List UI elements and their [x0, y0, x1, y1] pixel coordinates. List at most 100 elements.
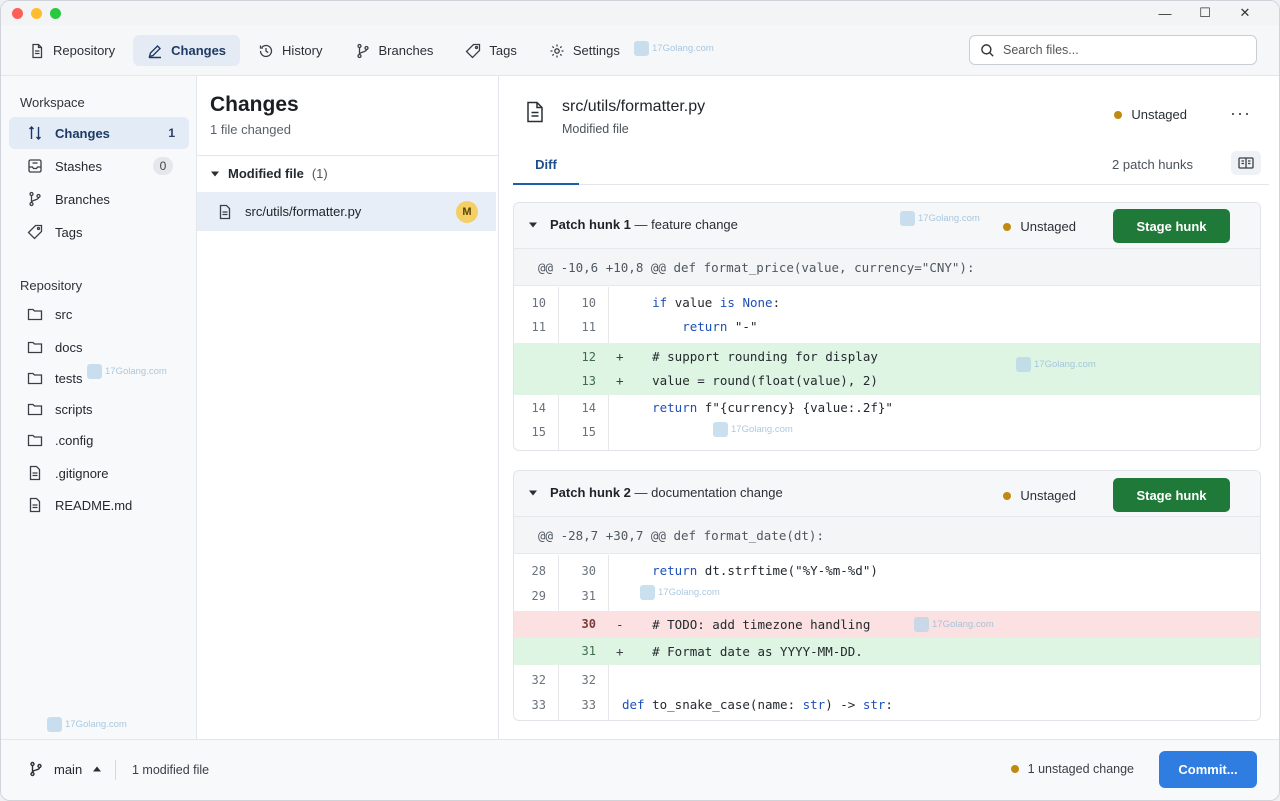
modified-files-count: 1 modified file: [132, 763, 210, 777]
code-line: 29 31: [514, 584, 1260, 608]
sidebar-item-label: Changes: [55, 125, 110, 141]
watermark-text: 17Golang.com: [65, 719, 127, 730]
sidebar-item-label: tests: [55, 370, 83, 386]
new-line-number: 30: [581, 617, 596, 631]
more-options-button[interactable]: ···: [1230, 103, 1251, 124]
watermark-logo-icon: [634, 41, 649, 56]
maximize-icon[interactable]: ☐: [1185, 3, 1225, 23]
tab-diff[interactable]: Diff: [513, 145, 579, 185]
folder-icon: [27, 308, 43, 321]
gear-icon: [550, 44, 564, 57]
code-text: return f"{currency} {value:.2f}": [652, 400, 893, 415]
changes-subtitle: 1 file changed: [210, 122, 291, 137]
stage-hunk-button[interactable]: Stage hunk: [1113, 209, 1230, 243]
code-text: return "-": [682, 319, 758, 334]
tab-label: Repository: [53, 43, 116, 58]
code-line: 33 33 def to_snake_case(name: str) -> st…: [514, 693, 1260, 717]
tab-settings[interactable]: Settings: [535, 35, 634, 66]
stage-hunk-button[interactable]: Stage hunk: [1113, 478, 1230, 512]
code-line-removed: 30 - # TODO: add timezone handling: [514, 611, 1260, 638]
tab-changes[interactable]: Changes: [133, 35, 241, 66]
tab-repository[interactable]: Repository: [15, 35, 129, 66]
code-text: value = round(float(value), 2): [622, 373, 878, 388]
hunk-count: 2 patch hunks: [1112, 157, 1193, 172]
branch-selector[interactable]: main: [28, 761, 102, 777]
code-line: 28 30 return dt.strftime("%Y-%m-%d"): [514, 559, 1260, 583]
hunk-title: Patch hunk 1 — feature change: [550, 217, 738, 232]
zoom-window-button[interactable]: [50, 8, 61, 19]
new-line-number: 14: [581, 401, 596, 415]
sidebar-item-gitignore[interactable]: .gitignore: [9, 457, 189, 489]
old-line-number: 10: [531, 296, 546, 310]
close-icon[interactable]: ✕: [1225, 3, 1265, 23]
code-text: # TODO: add timezone handling: [622, 617, 871, 632]
folder-icon: [27, 372, 43, 385]
tab-label: Branches: [378, 43, 434, 58]
old-line-number: 29: [531, 589, 546, 603]
minimize-icon[interactable]: —: [1145, 3, 1185, 23]
sidebar-item-label: README.md: [55, 497, 133, 513]
code-text: # Format date as YYYY-MM-DD.: [622, 644, 863, 659]
sidebar-item-tags[interactable]: Tags: [9, 216, 189, 248]
new-line-number: 10: [581, 296, 596, 310]
sidebar-item-config[interactable]: .config: [9, 424, 189, 456]
code-line: 14 14 return f"{currency} {value:.2f}": [514, 396, 1260, 420]
changes-count: 1: [168, 126, 175, 140]
sidebar: Workspace Changes 1 Stashes 0 Branches T…: [1, 76, 197, 739]
code-area: 28 30 return dt.strftime("%Y-%m-%d") 29 …: [514, 555, 1260, 720]
commit-button[interactable]: Commit...: [1159, 751, 1257, 788]
tab-branches[interactable]: Branches: [341, 35, 448, 66]
watermark: 17Golang.com: [900, 211, 980, 226]
status-dot: [1010, 765, 1019, 773]
divider: [197, 155, 498, 156]
search-box[interactable]: [969, 35, 1257, 65]
search-icon: [981, 43, 994, 57]
patch-hunk-1: Patch hunk 1 — feature change 17Golang.c…: [513, 202, 1261, 451]
hunk-toggle[interactable]: Patch hunk 2 — documentation change: [528, 485, 783, 500]
split-view-toggle[interactable]: [1231, 151, 1261, 175]
sidebar-item-tests[interactable]: tests: [9, 362, 189, 394]
changes-icon: [29, 126, 41, 140]
sidebar-item-docs[interactable]: docs: [9, 331, 189, 363]
sidebar-item-changes[interactable]: Changes 1: [9, 117, 189, 149]
branch-icon: [30, 761, 42, 777]
code-line-added: 13 + value = round(float(value), 2): [514, 369, 1260, 393]
new-line-number: 13: [581, 374, 596, 388]
search-input[interactable]: [1003, 43, 1243, 57]
watermark-text: 17Golang.com: [652, 43, 714, 54]
tab-tags[interactable]: Tags: [451, 35, 530, 66]
sidebar-item-readme[interactable]: README.md: [9, 489, 189, 521]
sidebar-item-src[interactable]: src: [9, 298, 189, 330]
group-label: Modified file: [228, 166, 304, 181]
title-bar: — ☐ ✕: [1, 1, 1279, 25]
new-line-number: 12: [581, 350, 596, 364]
diff-file-status: Modified file: [562, 122, 629, 136]
hunk-status-badge: Unstaged: [1003, 219, 1076, 234]
close-window-button[interactable]: [12, 8, 23, 19]
sidebar-item-label: src: [55, 306, 73, 322]
sidebar-item-stashes[interactable]: Stashes 0: [9, 150, 189, 182]
caret-down-icon: [529, 222, 537, 227]
changes-panel: Changes 1 file changed Modified file (1)…: [197, 76, 499, 739]
sidebar-item-scripts[interactable]: scripts: [9, 393, 189, 425]
sidebar-item-label: docs: [55, 339, 83, 355]
tab-label: History: [282, 43, 323, 58]
main-toolbar: Repository Changes History Branches Tags…: [1, 25, 1279, 76]
tab-history[interactable]: History: [244, 35, 336, 66]
changed-file-row[interactable]: src/utils/formatter.py M: [197, 192, 496, 231]
caret-down-icon: [211, 171, 219, 176]
app-window: — ☐ ✕ Repository Changes History Branche…: [0, 0, 1280, 801]
minimize-window-button[interactable]: [31, 8, 42, 19]
hunk-toggle[interactable]: Patch hunk 1 — feature change: [528, 217, 738, 232]
hunk-range: @@ -10,6 +10,8 @@ def format_price(value…: [514, 249, 1260, 286]
hunk-title: Patch hunk 2 — documentation change: [550, 485, 783, 500]
unstaged-indicator: 1 unstaged change: [1010, 762, 1134, 776]
code-line-added: 12 + # support rounding for display: [514, 345, 1260, 369]
stash-icon: [28, 159, 42, 173]
modified-group-toggle[interactable]: Modified file (1): [210, 166, 328, 181]
code-line: 15 15: [514, 420, 1260, 444]
current-branch: main: [54, 761, 83, 777]
sidebar-item-label: scripts: [55, 401, 93, 417]
code-text: def to_snake_case(name: str) -> str:: [622, 697, 893, 712]
sidebar-item-branches[interactable]: Branches: [9, 183, 189, 215]
